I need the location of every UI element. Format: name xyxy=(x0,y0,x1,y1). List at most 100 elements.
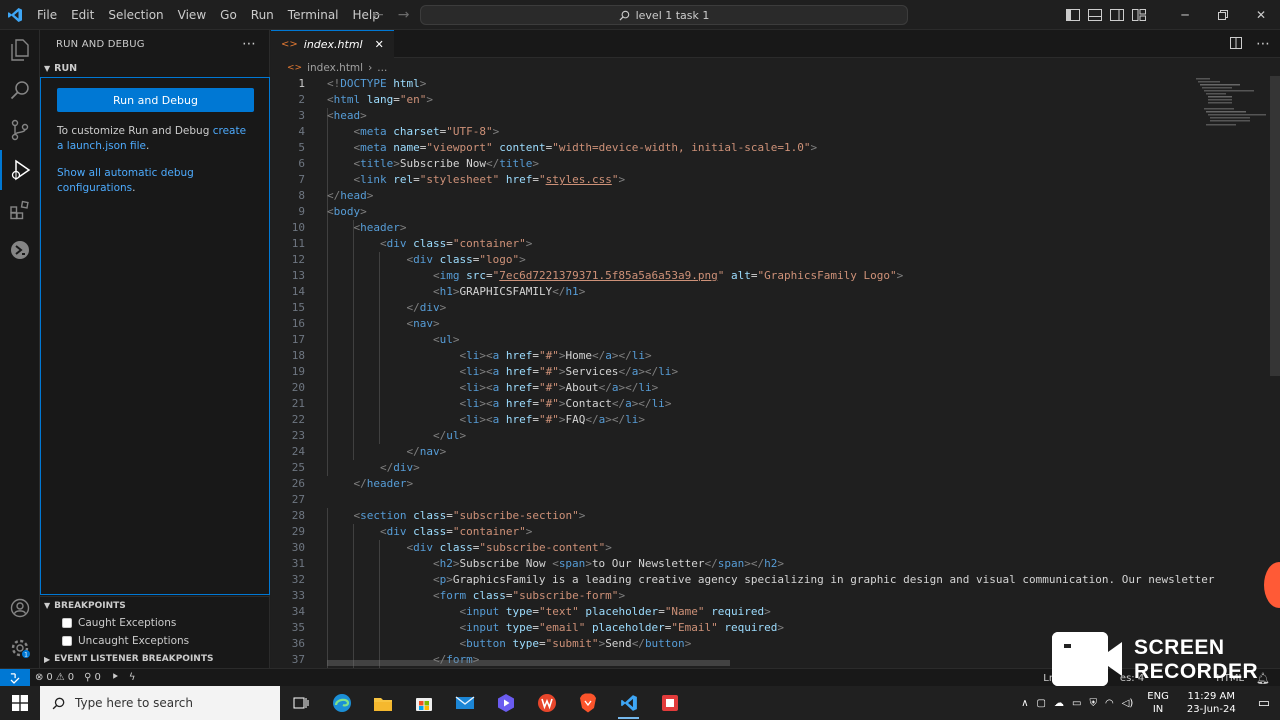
code-line[interactable]: 2 <html lang="en"> xyxy=(271,92,1280,108)
code-line[interactable]: 8 </head> xyxy=(271,188,1280,204)
code-line[interactable]: 27 xyxy=(271,492,1280,508)
code-line[interactable]: 6 <title>Subscribe Now</title> xyxy=(271,156,1280,172)
split-editor-icon[interactable] xyxy=(1230,36,1242,52)
show-all-debug-configurations-link[interactable]: Show all automatic debug configurations xyxy=(57,167,194,194)
code-line[interactable]: 17 <ul> xyxy=(271,332,1280,348)
manage-gear-icon[interactable]: 1 xyxy=(0,628,40,668)
minimap[interactable] xyxy=(1196,76,1268,146)
run-and-debug-icon[interactable] xyxy=(0,150,40,190)
tab-index-html[interactable]: <> index.html ✕ xyxy=(271,29,394,58)
code-line[interactable]: 3 <head> xyxy=(271,108,1280,124)
office-app-icon[interactable] xyxy=(526,686,567,720)
menu-terminal[interactable]: Terminal xyxy=(281,0,346,30)
file-explorer-icon[interactable] xyxy=(362,686,403,720)
screen-recorder-taskbar-icon[interactable] xyxy=(649,686,690,720)
menu-go[interactable]: Go xyxy=(213,0,244,30)
windows-start-icon[interactable] xyxy=(0,686,40,720)
forward-arrow-icon[interactable]: → xyxy=(398,7,410,23)
vscode-taskbar-icon[interactable] xyxy=(608,686,649,720)
code-line[interactable]: 21 <li><a href="#">Contact</a></li> xyxy=(271,396,1280,412)
code-line[interactable]: 19 <li><a href="#">Services</a></li> xyxy=(271,364,1280,380)
run-and-debug-button[interactable]: Run and Debug xyxy=(57,88,254,112)
menu-selection[interactable]: Selection xyxy=(101,0,170,30)
customize-layout-icon[interactable] xyxy=(1128,0,1150,30)
edge-browser-icon[interactable] xyxy=(321,686,362,720)
minimize-button[interactable]: ─ xyxy=(1166,0,1204,30)
accounts-icon[interactable] xyxy=(0,588,40,628)
media-app-icon[interactable] xyxy=(485,686,526,720)
code-line[interactable]: 32 <p>GraphicsFamily is a leading creati… xyxy=(271,572,1280,588)
breadcrumb-file[interactable]: index.html xyxy=(307,62,363,74)
toggle-primary-sidebar-icon[interactable] xyxy=(1062,0,1084,30)
code-line[interactable]: 11 <div class="container"> xyxy=(271,236,1280,252)
code-line[interactable]: 13 <img src="7ec6d7221379371.5f85a5a6a53… xyxy=(271,268,1280,284)
microsoft-store-icon[interactable] xyxy=(403,686,444,720)
code-editor[interactable]: 1 <!DOCTYPE html> 2 <html lang="en"> 3 <head>… xyxy=(271,76,1280,668)
event-listener-breakpoints-header[interactable]: ▶ EVENT LISTENER BREAKPOINTS xyxy=(40,650,270,668)
more-editor-actions-icon[interactable]: ⋯ xyxy=(1256,36,1270,52)
code-line[interactable]: 15 </div> xyxy=(271,300,1280,316)
code-line[interactable]: 23 </ul> xyxy=(271,428,1280,444)
code-line[interactable]: 20 <li><a href="#">About</a></li> xyxy=(271,380,1280,396)
extensions-icon[interactable] xyxy=(0,190,40,230)
code-line[interactable]: 9 <body> xyxy=(271,204,1280,220)
show-hidden-icons-icon[interactable]: ∧ xyxy=(1021,698,1028,709)
code-line[interactable]: 34 <input type="text" placeholder="Name"… xyxy=(271,604,1280,620)
back-arrow-icon[interactable]: ← xyxy=(372,7,384,23)
brave-browser-icon[interactable] xyxy=(567,686,608,720)
source-control-icon[interactable] xyxy=(0,110,40,150)
explorer-icon[interactable] xyxy=(0,30,40,70)
code-line[interactable]: 31 <h2>Subscribe Now <span>to Our Newsle… xyxy=(271,556,1280,572)
menu-file[interactable]: File xyxy=(30,0,64,30)
breakpoints-header[interactable]: ▼ BREAKPOINTS xyxy=(40,596,270,614)
remote-indicator-icon[interactable] xyxy=(0,668,30,687)
menu-edit[interactable]: Edit xyxy=(64,0,101,30)
code-line[interactable]: 12 <div class="logo"> xyxy=(271,252,1280,268)
close-window-button[interactable]: ✕ xyxy=(1242,0,1280,30)
code-line[interactable]: 33 <form class="subscribe-form"> xyxy=(271,588,1280,604)
vertical-scrollbar[interactable] xyxy=(1270,76,1280,376)
menu-run[interactable]: Run xyxy=(244,0,281,30)
uncaught-exceptions-checkbox[interactable] xyxy=(62,636,72,646)
breadcrumb-more[interactable]: ... xyxy=(377,62,387,74)
code-line[interactable]: 10 <header> xyxy=(271,220,1280,236)
close-tab-icon[interactable]: ✕ xyxy=(375,38,384,51)
uncaught-exceptions-item[interactable]: Uncaught Exceptions xyxy=(40,632,270,650)
caught-exceptions-item[interactable]: Caught Exceptions xyxy=(40,614,270,632)
cloud-icon[interactable]: ☁ xyxy=(1054,698,1064,709)
more-actions-icon[interactable]: ⋯ xyxy=(242,36,257,52)
code-line[interactable]: 24 </nav> xyxy=(271,444,1280,460)
volume-icon[interactable]: ◁) xyxy=(1122,698,1134,709)
code-line[interactable]: 1 <!DOCTYPE html> xyxy=(271,76,1280,92)
caught-exceptions-checkbox[interactable] xyxy=(62,618,72,628)
code-line[interactable]: 28 <section class="subscribe-section"> xyxy=(271,508,1280,524)
horizontal-scrollbar[interactable] xyxy=(327,660,730,666)
tray-app-icon[interactable]: ▢ xyxy=(1037,698,1046,709)
code-line[interactable]: 7 <link rel="stylesheet" href="styles.cs… xyxy=(271,172,1280,188)
live-share-status[interactable]: ϟ xyxy=(124,672,141,683)
toggle-panel-icon[interactable] xyxy=(1084,0,1106,30)
notification-center-icon[interactable]: ▭ xyxy=(1258,696,1270,711)
mail-icon[interactable] xyxy=(444,686,485,720)
toggle-secondary-sidebar-icon[interactable] xyxy=(1106,0,1128,30)
code-line[interactable]: 4 <meta charset="UTF-8"> xyxy=(271,124,1280,140)
debug-status[interactable]: ⯈ xyxy=(106,672,124,683)
problems-status[interactable]: ⊗ 0 ⚠ 0 xyxy=(30,672,79,683)
language-indicator[interactable]: ENG IN xyxy=(1147,690,1169,716)
code-line[interactable]: 18 <li><a href="#">Home</a></li> xyxy=(271,348,1280,364)
security-icon[interactable]: ⛨ xyxy=(1089,698,1097,709)
ports-status[interactable]: ⚲ 0 xyxy=(79,672,106,683)
maximize-button[interactable] xyxy=(1204,0,1242,30)
code-line[interactable]: 14 <h1>GRAPHICSFAMILY</h1> xyxy=(271,284,1280,300)
code-line[interactable]: 5 <meta name="viewport" content="width=d… xyxy=(271,140,1280,156)
menu-view[interactable]: View xyxy=(171,0,213,30)
code-line[interactable]: 25 </div> xyxy=(271,460,1280,476)
code-line[interactable]: 22 <li><a href="#">FAQ</a></li> xyxy=(271,412,1280,428)
code-line[interactable]: 30 <div class="subscribe-content"> xyxy=(271,540,1280,556)
code-line[interactable]: 26 </header> xyxy=(271,476,1280,492)
remote-explorer-icon[interactable] xyxy=(0,230,40,270)
taskbar-search[interactable]: Type here to search xyxy=(40,686,280,720)
command-center[interactable]: level 1 task 1 xyxy=(420,5,908,25)
clock[interactable]: 11:29 AM 23-Jun-24 xyxy=(1187,690,1236,716)
search-activity-icon[interactable] xyxy=(0,70,40,110)
